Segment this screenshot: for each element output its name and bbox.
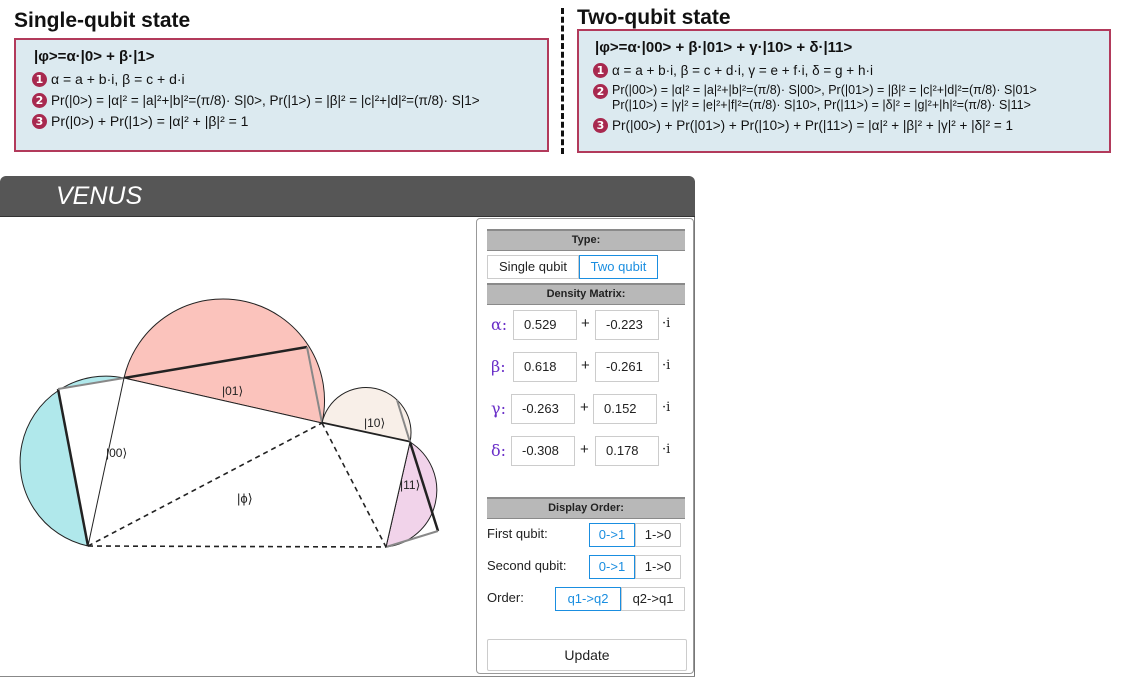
alpha-label: α: <box>491 315 508 334</box>
formula-line: 3 Pr(|0>) + Pr(|1>) = |α|² + |β|² = 1 <box>32 113 537 130</box>
step-number-badge: 2 <box>593 84 608 99</box>
plus-sign: + <box>580 441 589 458</box>
first-qubit-label: First qubit: <box>487 526 548 541</box>
order-q1q2-button[interactable]: q1->q2 <box>555 587 621 611</box>
density-matrix-header: Density Matrix: <box>487 283 685 305</box>
label-11: |11⟩ <box>400 478 420 492</box>
beta-label: β: <box>491 357 506 376</box>
single-qubit-heading: Single-qubit state <box>14 9 191 32</box>
type-section-header: Type: <box>487 229 685 251</box>
second-qubit-0to1-button[interactable]: 0->1 <box>589 555 635 579</box>
gamma-label: γ: <box>491 399 506 418</box>
app-title-bar: VENUS <box>0 176 695 217</box>
step-number-badge: 2 <box>32 93 47 108</box>
step-number-badge: 1 <box>593 63 608 78</box>
formula-line: 1 α = a + b·i, β = c + d·i, γ = e + f·i,… <box>593 62 1099 79</box>
imag-unit: ·i <box>662 316 671 331</box>
alpha-imag-input[interactable]: -0.223 <box>595 310 659 340</box>
imag-unit: ·i <box>662 358 671 373</box>
imag-unit: ·i <box>662 442 671 457</box>
single-qubit-button[interactable]: Single qubit <box>487 255 579 279</box>
single-qubit-formula-title: |φ>=α·|0> + β·|1> <box>34 48 155 65</box>
order-label: Order: <box>487 590 524 605</box>
formula-text: α = a + b·i, β = c + d·i, γ = e + f·i, δ… <box>612 63 873 78</box>
first-qubit-1to0-button[interactable]: 1->0 <box>635 523 681 547</box>
imag-unit: ·i <box>662 400 671 415</box>
display-order-header: Display Order: <box>487 497 685 519</box>
two-qubit-heading: Two-qubit state <box>577 6 731 29</box>
label-10: |10⟩ <box>364 416 385 430</box>
formula-text: Pr(|0>) + Pr(|1>) = |α|² + |β|² = 1 <box>51 113 249 129</box>
step-number-badge: 3 <box>593 118 608 133</box>
formula-line: 3 Pr(|00>) + Pr(|01>) + Pr(|10>) + Pr(|1… <box>593 117 1099 134</box>
label-00: |00⟩ <box>106 446 127 460</box>
venus-visualization: |00⟩ |01⟩ |10⟩ |11⟩ |ϕ⟩ <box>19 298 440 548</box>
second-qubit-label: Second qubit: <box>487 558 567 573</box>
formula-text: Pr(|00>) = |α|² = |a|²+|b|²=(π/8)· S|00>… <box>612 83 1037 112</box>
plus-sign: + <box>581 357 590 374</box>
formula-text: Pr(|0>) = |α|² = |a|²+|b|²=(π/8)· S|0>, … <box>51 93 480 108</box>
app-title: VENUS <box>56 182 143 210</box>
plus-sign: + <box>580 399 589 416</box>
label-01: |01⟩ <box>222 384 243 398</box>
gamma-real-input[interactable]: -0.263 <box>511 394 575 424</box>
two-qubit-formula-title: |φ>=α·|00> + β·|01> + γ·|10> + δ·|11> <box>595 39 853 56</box>
step-number-badge: 1 <box>32 72 47 87</box>
formula-line: 2 Pr(|00>) = |α|² = |a|²+|b|²=(π/8)· S|0… <box>593 83 1099 113</box>
delta-label: δ: <box>491 441 507 460</box>
control-panel: Type: Single qubit Two qubit Density Mat… <box>476 218 694 674</box>
order-q2q1-button[interactable]: q2->q1 <box>621 587 685 611</box>
formula-line: 2 Pr(|0>) = |α|² = |a|²+|b|²=(π/8)· S|0>… <box>32 92 537 109</box>
formula-line: 1 α = a + b·i, β = c + d·i <box>32 71 537 88</box>
step-number-badge: 3 <box>32 114 47 129</box>
alpha-real-input[interactable]: 0.529 <box>513 310 577 340</box>
update-button[interactable]: Update <box>487 639 687 671</box>
second-qubit-1to0-button[interactable]: 1->0 <box>635 555 681 579</box>
beta-imag-input[interactable]: -0.261 <box>595 352 659 382</box>
first-qubit-0to1-button[interactable]: 0->1 <box>589 523 635 547</box>
gamma-imag-input[interactable]: 0.152 <box>593 394 657 424</box>
plus-sign: + <box>581 315 590 332</box>
delta-real-input[interactable]: -0.308 <box>511 436 575 466</box>
section-divider <box>561 8 564 154</box>
formula-text: Pr(|00>) + Pr(|01>) + Pr(|10>) + Pr(|11>… <box>612 118 1014 133</box>
delta-imag-input[interactable]: 0.178 <box>595 436 659 466</box>
single-qubit-formula-box: |φ>=α·|0> + β·|1> 1 α = a + b·i, β = c +… <box>14 38 549 152</box>
beta-real-input[interactable]: 0.618 <box>513 352 577 382</box>
app-frame-border <box>694 217 695 677</box>
two-qubit-formula-box: |φ>=α·|00> + β·|01> + γ·|10> + δ·|11> 1 … <box>577 29 1111 153</box>
formula-text: α = a + b·i, β = c + d·i <box>51 71 185 87</box>
label-phi: |ϕ⟩ <box>237 491 253 506</box>
two-qubit-button[interactable]: Two qubit <box>579 255 658 279</box>
